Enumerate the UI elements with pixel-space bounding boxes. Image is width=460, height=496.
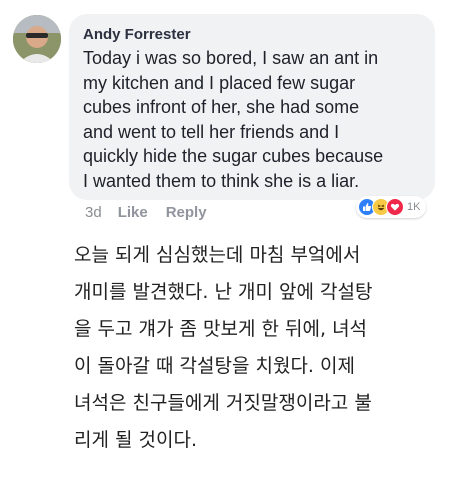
- profile-photo: [13, 15, 61, 63]
- reactions-summary[interactable]: 1K: [356, 196, 427, 218]
- love-reaction-icon: [386, 198, 404, 216]
- comment-author[interactable]: Andy Forrester: [83, 25, 421, 44]
- avatar[interactable]: [13, 15, 61, 63]
- comment-actions: 3d Like Reply: [85, 203, 207, 223]
- reaction-count: 1K: [407, 201, 421, 213]
- comment-timestamp[interactable]: 3d: [85, 203, 102, 223]
- reply-button[interactable]: Reply: [166, 203, 207, 223]
- comment-text: Today i was so bored, I saw an ant in my…: [83, 48, 384, 191]
- like-button[interactable]: Like: [118, 203, 148, 223]
- translation-text: 오늘 되게 심심했는데 마침 부엌에서 개미를 발견했다. 난 개미 앞에 각설…: [74, 244, 373, 451]
- comment-bubble: Andy Forrester Today i was so bored, I s…: [69, 14, 435, 200]
